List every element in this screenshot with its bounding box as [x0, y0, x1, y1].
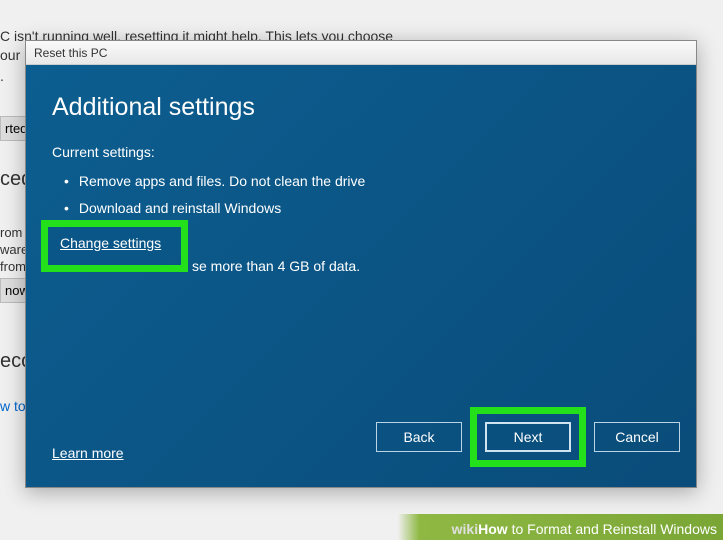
- brand-suffix: How: [478, 521, 508, 537]
- bg-howto-link[interactable]: w to: [0, 398, 26, 414]
- back-button[interactable]: Back: [376, 422, 462, 452]
- bg-text-from2: from: [0, 259, 26, 274]
- dialog-titlebar: Reset this PC: [26, 41, 696, 65]
- cancel-button[interactable]: Cancel: [594, 422, 680, 452]
- next-button[interactable]: Next: [485, 422, 571, 452]
- learn-more-link[interactable]: Learn more: [52, 445, 124, 461]
- article-title: to Format and Reinstall Windows: [508, 521, 717, 537]
- footer-watermark-bar: wikiHow to Format and Reinstall Windows: [0, 514, 723, 540]
- bg-text-ware: ware: [0, 242, 28, 257]
- dialog-body: Additional settings Current settings: Re…: [26, 65, 696, 487]
- highlight-change-settings: Change settings: [41, 220, 188, 272]
- settings-item: Download and reinstall Windows: [52, 195, 670, 222]
- dialog-title: Reset this PC: [34, 46, 107, 60]
- reset-pc-dialog: Reset this PC Additional settings Curren…: [25, 40, 697, 488]
- dialog-heading: Additional settings: [52, 93, 670, 122]
- settings-list: Remove apps and files. Do not clean the …: [52, 168, 670, 223]
- footer-text: wikiHow to Format and Reinstall Windows: [452, 521, 717, 537]
- data-usage-note: se more than 4 GB of data.: [192, 258, 360, 274]
- change-settings-link[interactable]: Change settings: [60, 235, 161, 251]
- bg-text-line2: our: [0, 47, 20, 63]
- settings-item: Remove apps and files. Do not clean the …: [52, 168, 670, 195]
- highlight-next-button: Next: [470, 407, 586, 467]
- brand-prefix: wiki: [452, 521, 478, 537]
- bg-text-from1: rom: [0, 225, 22, 240]
- current-settings-label: Current settings:: [52, 144, 670, 160]
- bg-text-line3: .: [0, 68, 4, 84]
- dialog-button-row: Back Next Cancel: [368, 407, 680, 467]
